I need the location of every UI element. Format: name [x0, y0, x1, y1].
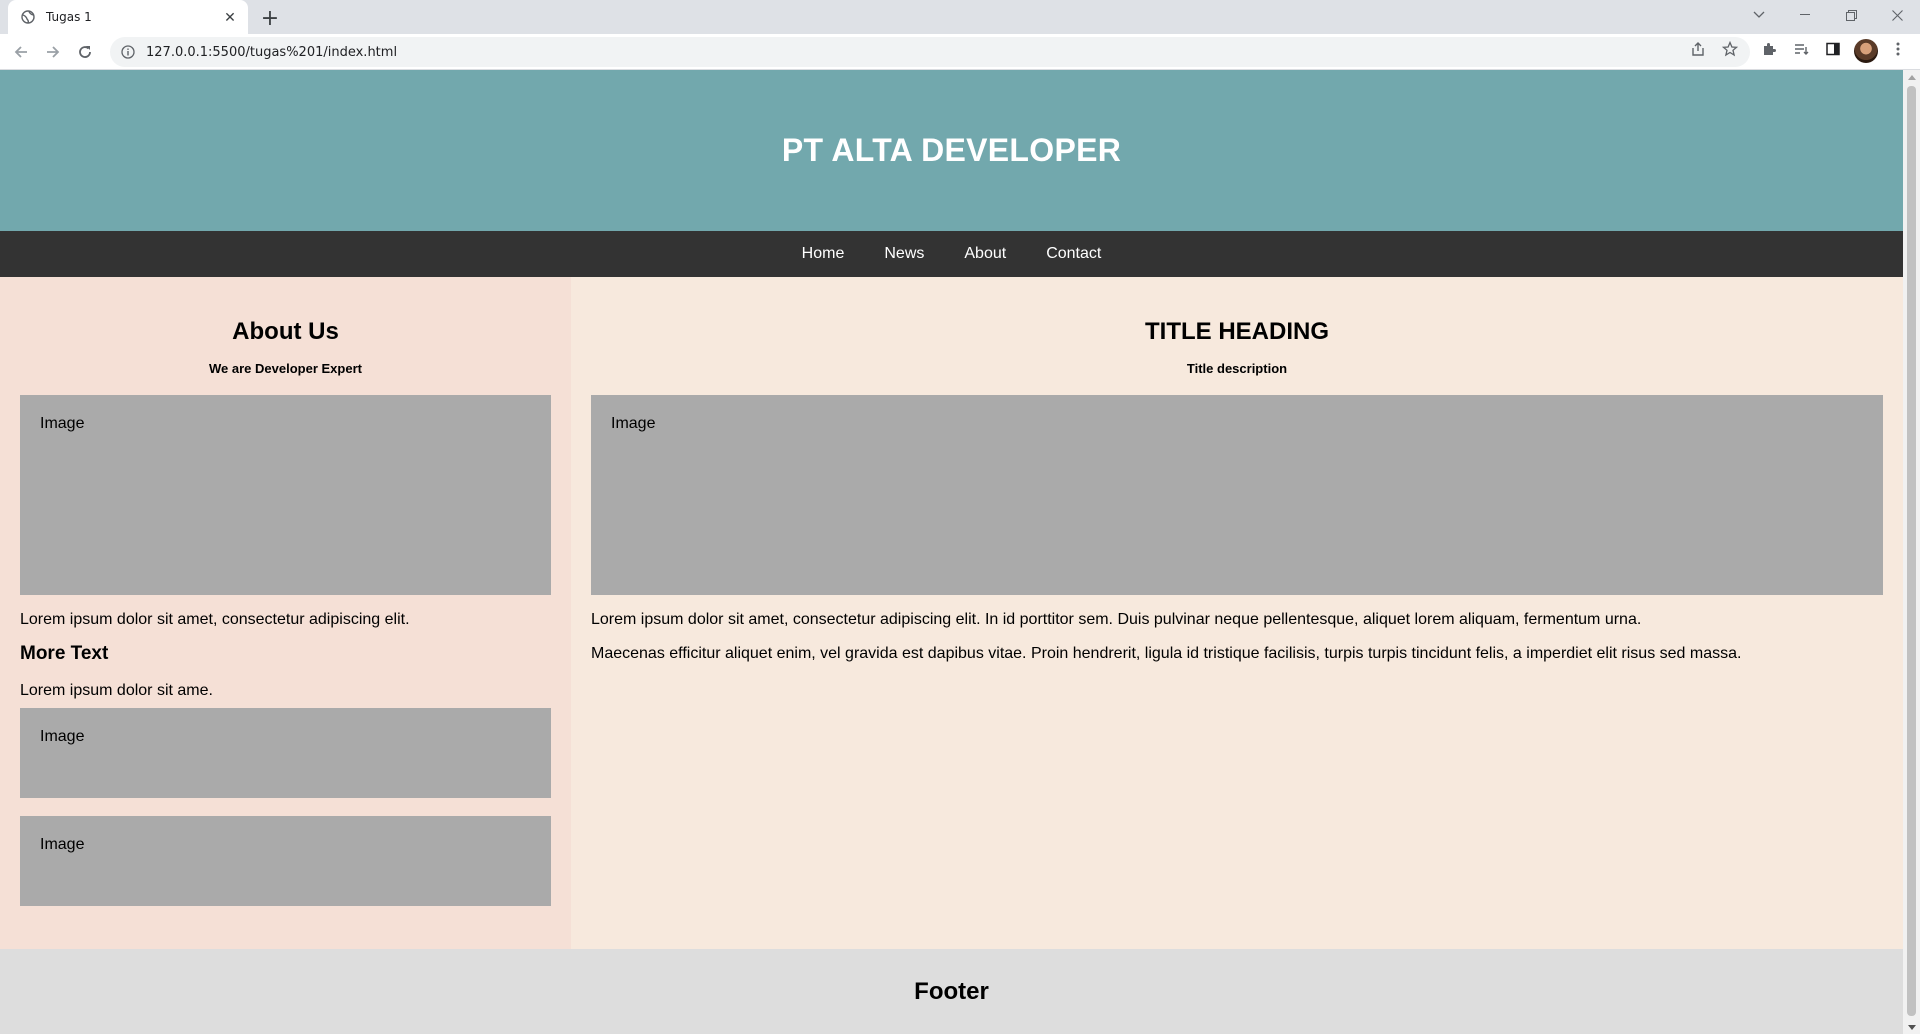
nav-link-news[interactable]: News	[864, 245, 944, 263]
footer-title: Footer	[914, 977, 989, 1005]
reload-icon[interactable]	[73, 40, 97, 64]
more-text-heading: More Text	[20, 643, 109, 664]
image-placeholder: Image	[20, 395, 551, 595]
new-tab-button[interactable]: +	[258, 6, 282, 31]
page-scrollbar[interactable]	[1903, 70, 1920, 1034]
url-text: 127.0.0.1:5500/tugas%201/index.html	[146, 44, 398, 60]
content-area: About Us We are Developer Expert Image L…	[0, 277, 1903, 949]
browser-chrome: Tugas 1 ✕ + 127.0.0.1:5500/tugas%201/ind…	[0, 0, 1920, 70]
page-viewport: PT ALTA DEVELOPER Home News About Contac…	[0, 70, 1920, 1034]
image-label: Image	[40, 415, 85, 432]
restore-button[interactable]	[1828, 0, 1874, 30]
image-label: Image	[611, 415, 656, 432]
site-title: PT ALTA DEVELOPER	[781, 132, 1122, 168]
nav-link-contact[interactable]: Contact	[1026, 245, 1121, 263]
minimize-button[interactable]	[1782, 0, 1828, 30]
about-paragraph: Lorem ipsum dolor sit amet, consectetur …	[20, 611, 410, 628]
browser-toolbar: 127.0.0.1:5500/tugas%201/index.html	[0, 34, 1920, 70]
browser-tab[interactable]: Tugas 1 ✕	[8, 0, 248, 34]
more-text-paragraph: Lorem ipsum dolor sit ame.	[20, 682, 213, 699]
close-window-button[interactable]	[1874, 0, 1920, 30]
web-page: PT ALTA DEVELOPER Home News About Contac…	[0, 70, 1903, 1034]
image-label: Image	[40, 728, 85, 745]
info-icon[interactable]	[120, 44, 136, 60]
reading-list-icon[interactable]	[1789, 37, 1813, 61]
title-heading: TITLE HEADING	[1145, 318, 1329, 345]
close-tab-icon[interactable]: ✕	[222, 9, 238, 25]
main-paragraph-1: Lorem ipsum dolor sit amet, consectetur …	[591, 611, 1642, 628]
site-footer: Footer	[0, 949, 1903, 1034]
tab-strip: Tugas 1 ✕ +	[0, 0, 1920, 34]
scroll-up-arrow-icon[interactable]	[1903, 70, 1920, 84]
bookmark-star-icon[interactable]	[1718, 37, 1742, 61]
back-arrow-icon[interactable]	[9, 40, 33, 64]
right-column: TITLE HEADING Title description Image Lo…	[571, 277, 1903, 949]
more-menu-icon[interactable]	[1886, 37, 1910, 61]
image-label: Image	[40, 836, 85, 853]
nav-link-about[interactable]: About	[944, 245, 1026, 263]
left-column: About Us We are Developer Expert Image L…	[0, 277, 571, 949]
title-description: Title description	[1186, 361, 1288, 376]
main-paragraph-2: Maecenas efficitur aliquet enim, vel gra…	[591, 645, 1742, 662]
tab-title: Tugas 1	[46, 10, 92, 24]
image-placeholder-2: Image	[20, 708, 551, 798]
side-panel-icon[interactable]	[1821, 37, 1845, 61]
profile-avatar[interactable]	[1854, 39, 1878, 63]
image-placeholder: Image	[591, 395, 1883, 595]
site-nav: Home News About Contact	[0, 231, 1903, 277]
scroll-down-arrow-icon[interactable]	[1903, 1020, 1920, 1034]
scroll-thumb[interactable]	[1907, 86, 1916, 1016]
address-bar[interactable]: 127.0.0.1:5500/tugas%201/index.html	[110, 37, 1750, 67]
share-icon[interactable]	[1686, 37, 1710, 61]
globe-icon	[20, 9, 36, 25]
about-heading: About Us	[232, 318, 339, 345]
about-subheading: We are Developer Expert	[209, 361, 362, 376]
forward-arrow-icon[interactable]	[41, 40, 65, 64]
tab-search-chevron-icon[interactable]	[1736, 0, 1782, 30]
nav-link-home[interactable]: Home	[782, 245, 865, 263]
image-placeholder-3: Image	[20, 816, 551, 906]
extensions-puzzle-icon[interactable]	[1757, 37, 1781, 61]
site-header: PT ALTA DEVELOPER	[0, 70, 1903, 231]
